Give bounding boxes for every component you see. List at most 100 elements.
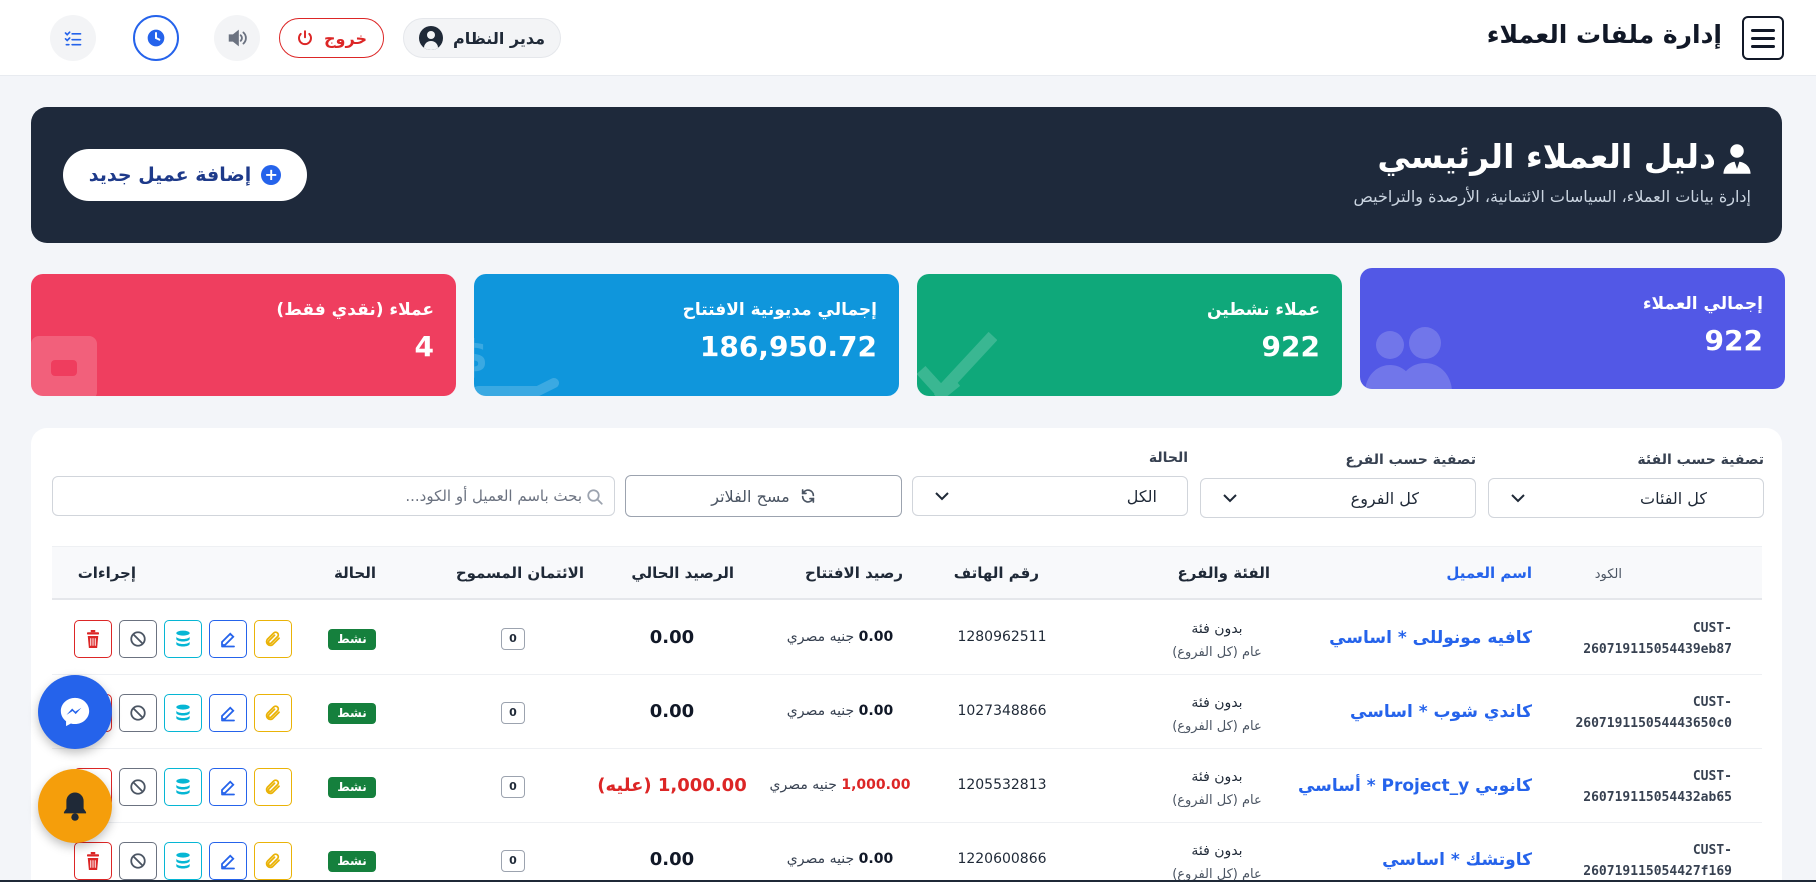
opening-balance: 0.00 جنيه مصري (786, 851, 894, 867)
power-icon (298, 30, 312, 46)
category-filter-select[interactable]: كل الفئات (1488, 478, 1764, 518)
history-button[interactable] (133, 15, 179, 61)
plus-icon: + (261, 165, 282, 185)
balance-button[interactable] (164, 842, 202, 880)
logout-button[interactable]: خروج (279, 18, 384, 58)
customer-phone: 1205532813 (957, 777, 1047, 793)
edit-icon (221, 632, 235, 648)
deactivate-button[interactable] (119, 620, 157, 658)
balance-button[interactable] (164, 694, 202, 732)
menu-bar-line (1751, 36, 1775, 40)
status-filter-value: الكل (1126, 487, 1157, 506)
edit-button[interactable] (209, 694, 247, 732)
branch-filter-select[interactable]: كل الفروع (1200, 478, 1476, 518)
checklist-icon (64, 31, 82, 46)
user-circle-icon (418, 26, 443, 50)
delete-button[interactable] (74, 620, 112, 658)
header-current-balance[interactable]: الرصيد الحالي (631, 564, 734, 582)
stat-label: عملاء (نقدي فقط) (276, 300, 434, 320)
app-title: إدارة ملفات العملاء (1486, 20, 1722, 49)
edit-button[interactable] (209, 768, 247, 806)
customer-category: بدون فئة عام (كل الفروع) (1172, 695, 1262, 734)
customers-panel: تصفية حسب الفئة كل الفئات تصفية حسب الفر… (31, 428, 1782, 882)
search-input[interactable]: بحث باسم العميل أو الكود... (52, 476, 615, 516)
header-phone[interactable]: رقم الهاتف (954, 564, 1039, 582)
status-filter-label: الحالة (1148, 450, 1188, 466)
status-badge: نشط (328, 777, 376, 798)
sound-toggle-button[interactable] (214, 15, 260, 61)
table-row: CUST- 260719115054439eb87 كافيه مونوللى *… (52, 601, 1762, 675)
trash-icon (87, 630, 99, 648)
notifications-button[interactable] (38, 769, 112, 843)
attach-button[interactable] (254, 620, 292, 658)
header-actions: إجراءات (77, 564, 136, 582)
table-row: CUST- 260719115054432ab65 كانوبي Project_… (52, 749, 1762, 823)
header-category[interactable]: الفئة والفرع (1178, 564, 1270, 582)
user-menu-button[interactable]: مدير النظام (403, 18, 561, 58)
tasks-button[interactable] (50, 15, 96, 61)
page-subtitle: إدارة بيانات العملاء، السياسات الائتماني… (1353, 187, 1751, 206)
opening-balance: 0.00 جنيه مصري (786, 703, 894, 719)
user-label: مدير النظام (452, 28, 546, 48)
delete-button[interactable] (74, 842, 112, 880)
edit-icon (221, 706, 235, 722)
deactivate-button[interactable] (119, 842, 157, 880)
customer-name-link[interactable]: كانوبي Project_y * أساسي (1298, 776, 1532, 796)
wallet-icon (31, 336, 97, 396)
header-status[interactable]: الحالة (334, 564, 376, 582)
attach-button[interactable] (254, 768, 292, 806)
current-balance: 0.00 (649, 627, 695, 648)
status-badge: نشط (328, 703, 376, 724)
page-title: دليل العملاء الرئيسي (1377, 137, 1716, 176)
stat-card-active-customers: عملاء نشطين 922 (917, 274, 1342, 396)
status-filter-select[interactable]: الكل (912, 476, 1188, 516)
svg-text:$: $ (474, 331, 488, 382)
customer-phone: 1027348866 (957, 703, 1047, 719)
coins-icon (176, 704, 190, 721)
credit-limit-badge: 0 (501, 628, 525, 650)
menu-toggle-button[interactable] (1742, 16, 1784, 60)
status-badge: نشط (328, 851, 376, 872)
header-name[interactable]: اسم العميل (1446, 564, 1532, 582)
customer-name-link[interactable]: كافيه مونوللى * اساسي (1329, 628, 1532, 648)
customer-code: CUST- 260719115054432ab65 (1583, 769, 1732, 805)
credit-limit-badge: 0 (501, 702, 525, 724)
header-opening-balance[interactable]: رصيد الافتتاح (805, 564, 903, 582)
bell-icon (63, 792, 87, 821)
customer-name-link[interactable]: كاوتشك * اساسي (1382, 850, 1532, 870)
edit-icon (221, 854, 235, 870)
edit-button[interactable] (209, 620, 247, 658)
stat-card-cash-only: عملاء (نقدي فقط) 4 (31, 274, 456, 396)
refresh-icon (801, 489, 814, 503)
chevron-down-icon (1223, 494, 1237, 503)
header-code[interactable]: الكود (1595, 567, 1622, 582)
ban-icon (130, 779, 146, 795)
edit-icon (221, 780, 235, 796)
customer-name-link[interactable]: كاندي شوب * اساسي (1350, 702, 1532, 722)
menu-bar-line (1751, 28, 1775, 32)
opening-balance: 0.00 جنيه مصري (786, 629, 894, 645)
attach-button[interactable] (254, 842, 292, 880)
clear-filters-button[interactable]: مسح الفلاتر (625, 475, 902, 517)
edit-button[interactable] (209, 842, 247, 880)
status-badge: نشط (328, 629, 376, 650)
logout-label: خروج (324, 28, 367, 48)
chevron-down-icon (1511, 494, 1525, 503)
add-customer-button[interactable]: + إضافة عميل جديد (63, 149, 307, 201)
coins-icon (176, 852, 190, 869)
messenger-chat-button[interactable] (38, 675, 112, 749)
coins-icon (176, 630, 190, 647)
header-credit-limit[interactable]: الائتمان المسموح (456, 564, 584, 582)
deactivate-button[interactable] (119, 768, 157, 806)
deactivate-button[interactable] (119, 694, 157, 732)
stat-label: إجمالي العملاء (1642, 294, 1763, 314)
ban-icon (130, 705, 146, 721)
balance-button[interactable] (164, 620, 202, 658)
ban-icon (130, 631, 146, 647)
search-icon (587, 489, 603, 505)
attach-button[interactable] (254, 694, 292, 732)
coins-icon (176, 778, 190, 795)
customer-category: بدون فئة عام (كل الفروع) (1172, 769, 1262, 808)
balance-button[interactable] (164, 768, 202, 806)
paperclip-icon (265, 705, 280, 721)
